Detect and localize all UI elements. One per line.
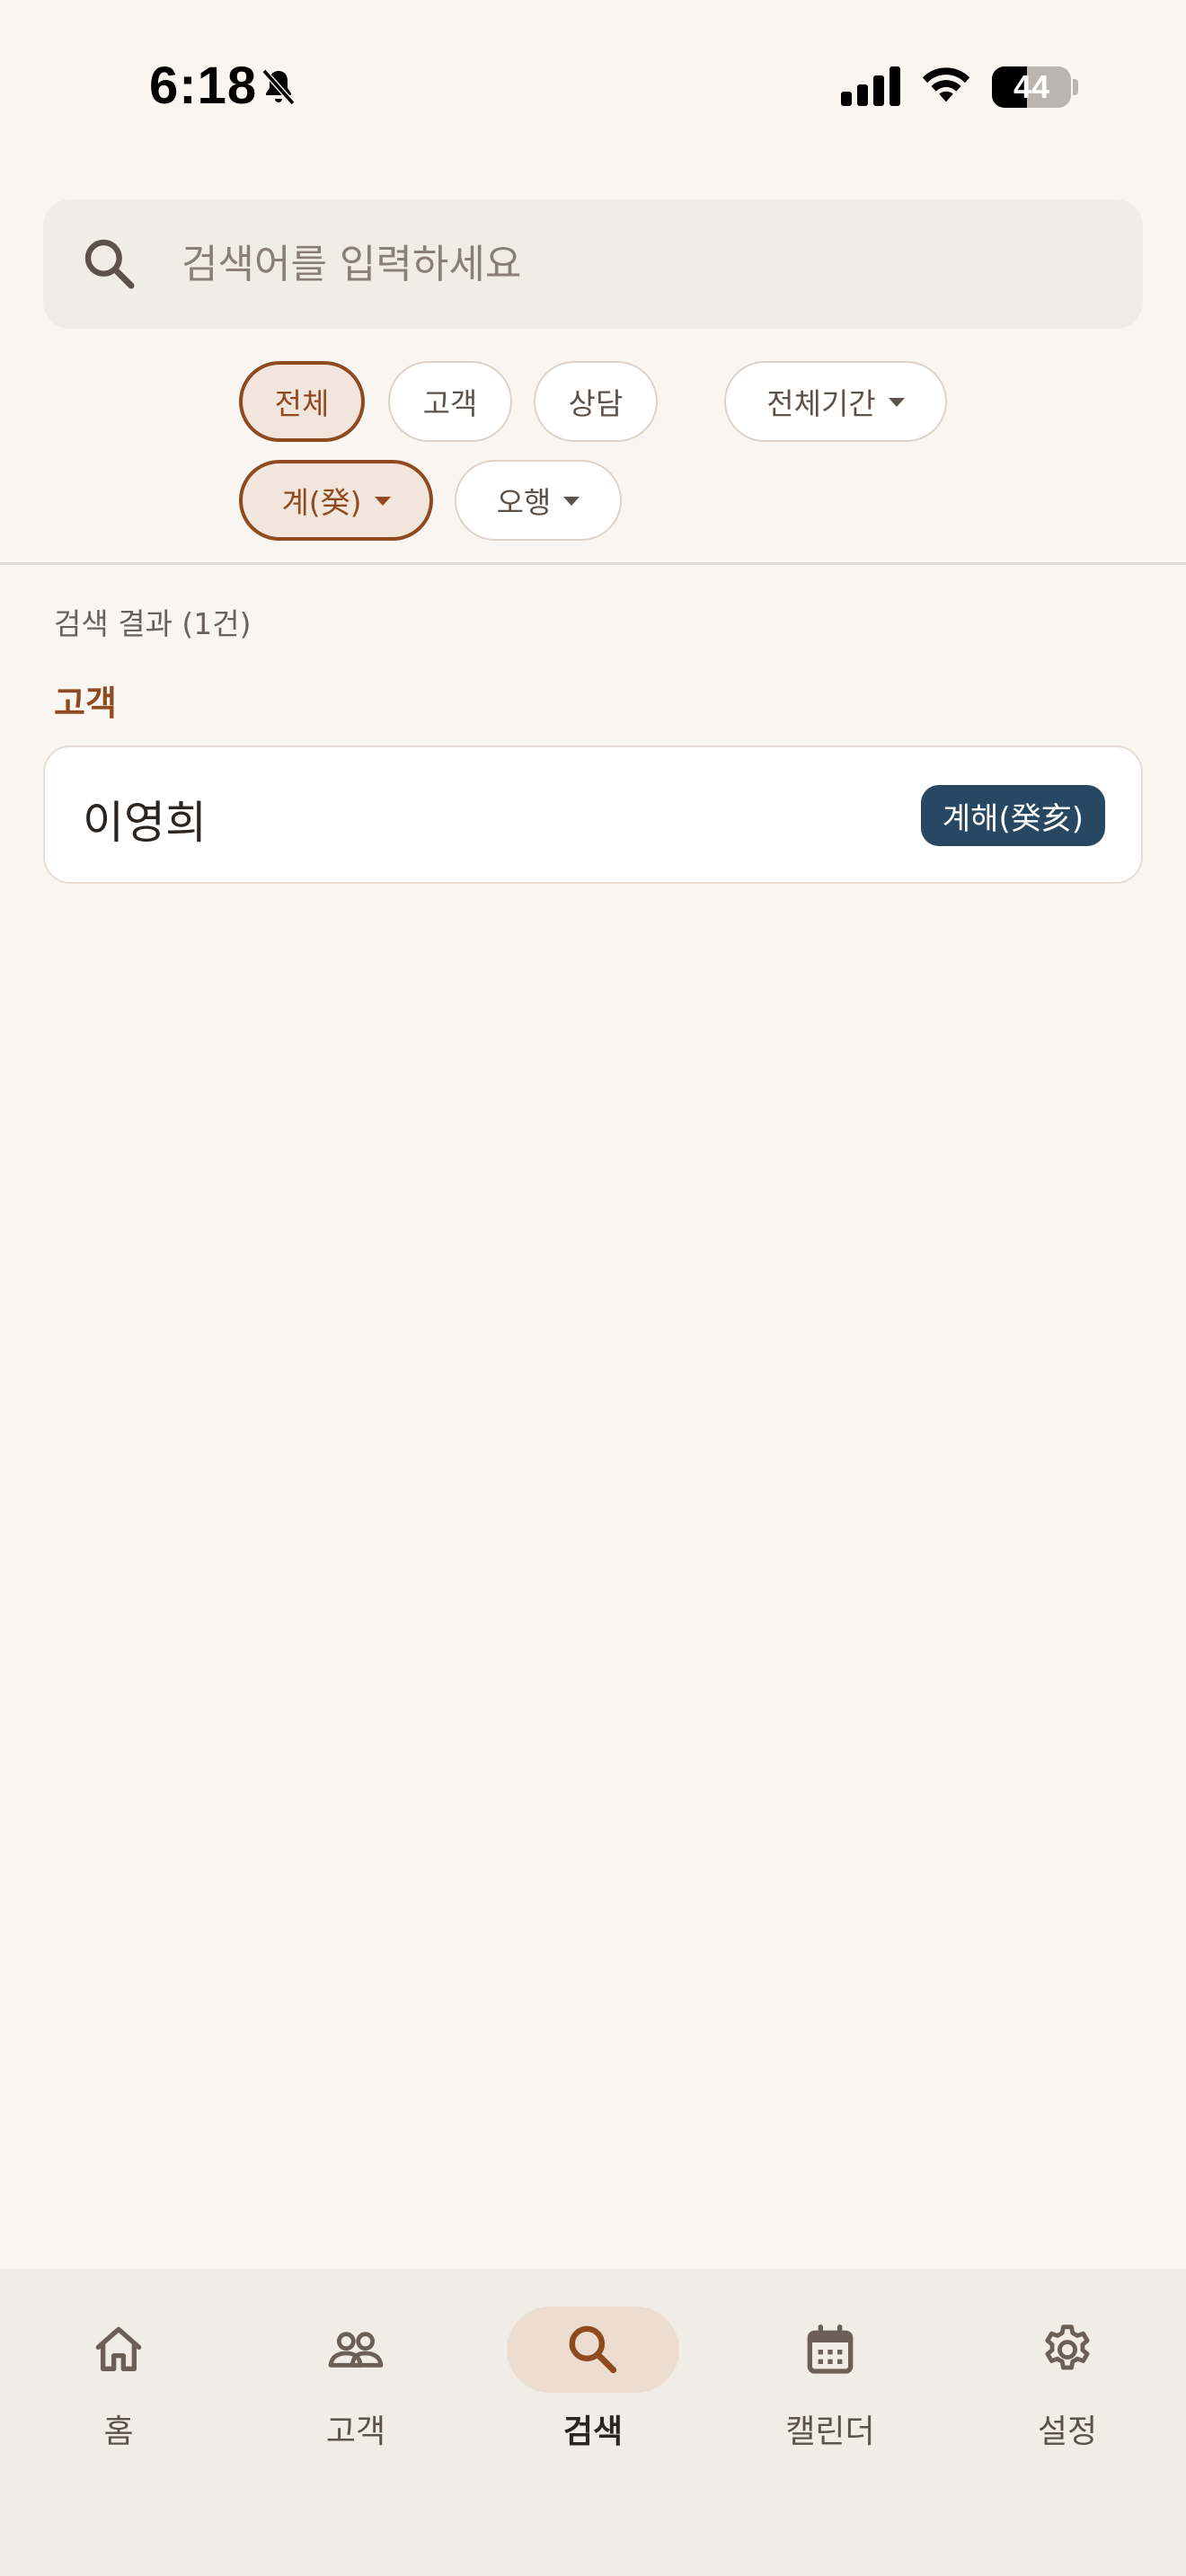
status-time: 6:18	[149, 57, 258, 115]
nav-item-customers[interactable]: 고객	[237, 2269, 474, 2475]
heavenly-stem-label: 계(癸)	[281, 485, 362, 520]
five-elements-label: 오행	[496, 485, 552, 520]
period-dropdown-label: 전체기간	[766, 386, 876, 421]
nav-item-settings[interactable]: 설정	[949, 2269, 1186, 2475]
filter-chip-label: 전체	[274, 386, 330, 421]
period-dropdown[interactable]: 전체기간	[724, 361, 947, 442]
bottom-nav: 홈 고객 검색 캘린더 설정	[0, 2269, 1186, 2576]
filter-chip-label: 상담	[568, 386, 624, 421]
search-icon	[84, 239, 135, 289]
nav-label: 홈	[103, 2413, 134, 2450]
nav-label: 검색	[562, 2413, 624, 2450]
battery-cap	[1073, 79, 1078, 95]
people-icon	[328, 2332, 384, 2368]
nav-item-home[interactable]: 홈	[0, 2269, 237, 2475]
chevron-down-icon	[888, 398, 905, 407]
wifi-icon	[922, 67, 970, 102]
divider	[0, 562, 1186, 565]
nav-label: 캘린더	[785, 2413, 875, 2450]
filter-chip-customer[interactable]: 고객	[388, 361, 512, 442]
filter-chip-consultation[interactable]: 상담	[534, 361, 658, 442]
status-bar: 6:18 44	[0, 0, 1186, 171]
chevron-down-icon	[563, 497, 580, 506]
filter-chip-all[interactable]: 전체	[239, 361, 365, 442]
results-count: 검색 결과 (1건)	[54, 606, 252, 641]
customer-result-card[interactable]: 이영희 계해(癸亥)	[43, 745, 1143, 884]
calendar-icon	[807, 2325, 854, 2374]
nav-label: 고객	[325, 2413, 386, 2450]
home-icon	[95, 2326, 142, 2371]
nav-item-search[interactable]: 검색	[474, 2269, 712, 2475]
ganzhi-badge: 계해(癸亥)	[920, 785, 1105, 846]
five-elements-dropdown[interactable]: 오행	[455, 460, 622, 541]
filter-chip-label: 고객	[422, 386, 478, 421]
nav-label: 설정	[1037, 2413, 1098, 2450]
search-icon	[569, 2325, 617, 2374]
nav-item-calendar[interactable]: 캘린더	[712, 2269, 949, 2475]
section-title-customers: 고객	[54, 684, 117, 723]
battery-indicator: 44	[992, 66, 1071, 108]
battery-level: 44	[1013, 68, 1050, 105]
search-input[interactable]	[181, 228, 1116, 300]
customer-name: 이영희	[83, 797, 207, 849]
gear-icon	[1045, 2325, 1090, 2370]
cellular-signal-icon	[841, 66, 900, 106]
heavenly-stem-dropdown[interactable]: 계(癸)	[239, 460, 433, 541]
search-bar[interactable]	[43, 199, 1143, 329]
bell-slash-icon	[261, 68, 296, 106]
chevron-down-icon	[374, 497, 391, 506]
